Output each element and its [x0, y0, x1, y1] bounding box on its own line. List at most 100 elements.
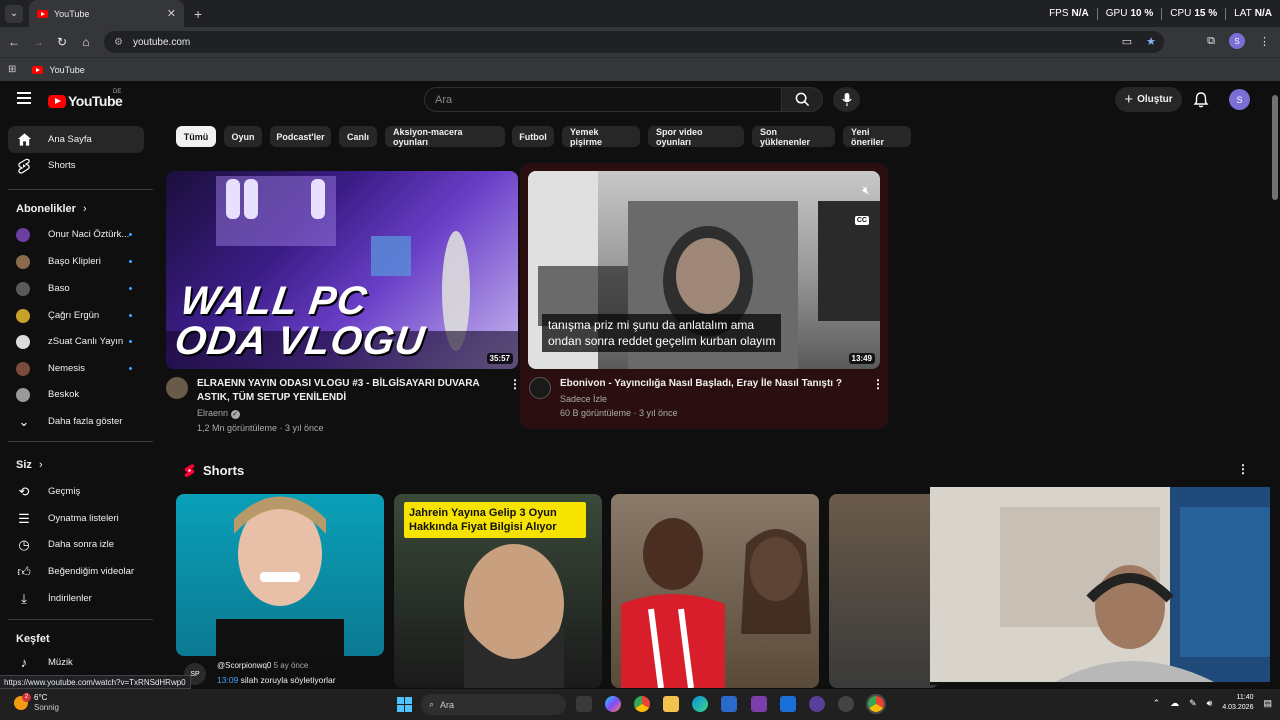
- channel-avatar[interactable]: [529, 377, 551, 399]
- sidebar-subscription[interactable]: Nemesis: [8, 355, 144, 382]
- you-header[interactable]: Siz ›: [16, 459, 43, 471]
- extensions-icon[interactable]: ⧉: [1207, 35, 1215, 48]
- profile-icon[interactable]: S: [1229, 33, 1245, 49]
- chip-new-to-you[interactable]: Yeni öneriler: [843, 126, 911, 147]
- notifications-bell-icon[interactable]: [1192, 91, 1210, 109]
- site-info-icon[interactable]: ⚙: [114, 37, 123, 48]
- account-avatar[interactable]: S: [1229, 89, 1250, 110]
- more-options-icon[interactable]: ⋮: [872, 377, 884, 391]
- chrome-active-icon[interactable]: [866, 694, 886, 714]
- create-button[interactable]: + Oluştur: [1115, 87, 1182, 112]
- bookmark-star-icon[interactable]: ★: [1146, 35, 1156, 48]
- outlook-icon[interactable]: [780, 696, 796, 712]
- sidebar-subscription[interactable]: Çağrı Ergün: [8, 302, 144, 329]
- app-icon[interactable]: [838, 696, 854, 712]
- short-thumbnail[interactable]: [829, 494, 939, 688]
- comment-timestamp-link[interactable]: 13:09: [217, 675, 238, 685]
- address-bar[interactable]: ⚙ youtube.com ▭ ★: [104, 31, 1164, 53]
- chip-action-adventure[interactable]: Aksiyon-macera oyunları: [385, 126, 505, 147]
- chip-football[interactable]: Futbol: [512, 126, 554, 147]
- bookmark-youtube[interactable]: YouTube: [49, 65, 84, 75]
- chip-live[interactable]: Canlı: [339, 126, 377, 147]
- video-thumbnail[interactable]: WALL PC ODA VLOGU 35:57: [166, 171, 518, 369]
- subscriptions-header[interactable]: Abonelikler ›: [16, 203, 87, 215]
- sidebar-item-history[interactable]: ⟲ Geçmiş: [8, 478, 144, 505]
- chip-sports-games[interactable]: Spor video oyunları: [648, 126, 744, 147]
- new-content-dot: [129, 314, 132, 317]
- browser-toolbar: ← → ↻ ⌂ ⚙ youtube.com ▭ ★ ⧉ S ⋮: [0, 27, 1280, 57]
- taskbar-search[interactable]: ⌕ Ara: [421, 694, 566, 715]
- tab-close-icon[interactable]: ✕: [167, 7, 176, 20]
- chip-podcasts[interactable]: Podcast'ler: [270, 126, 331, 147]
- chip-cooking[interactable]: Yemek pişirme: [562, 126, 640, 147]
- video-preview[interactable]: tanışma priz mi şunu da anlatalım ama on…: [528, 171, 880, 369]
- sidebar-item-playlists[interactable]: ☰ Oynatma listeleri: [8, 505, 144, 532]
- back-icon[interactable]: ←: [2, 35, 26, 49]
- short-thumbnail[interactable]: Jahrein Yayına Gelip 3 Oyun Hakkında Fiy…: [394, 494, 602, 688]
- sidebar-subscription[interactable]: Başo Klipleri: [8, 248, 144, 275]
- tray-chevron-icon[interactable]: ⌃: [1153, 698, 1161, 709]
- voice-search-button[interactable]: [833, 87, 860, 112]
- show-more-button[interactable]: ⌄ Daha fazla göster: [8, 408, 144, 435]
- search-button[interactable]: [781, 87, 823, 112]
- home-browser-icon[interactable]: ⌂: [74, 35, 98, 49]
- sidebar-item-shorts[interactable]: Shorts: [8, 152, 144, 179]
- search-input[interactable]: Ara: [424, 87, 782, 112]
- sidebar-item-home[interactable]: Ana Sayfa: [8, 126, 144, 153]
- browser-menu-icon[interactable]: ⋮: [1259, 35, 1270, 48]
- sidebar-item-watch-later[interactable]: ◷ Daha sonra izle: [8, 531, 144, 558]
- sidebar-subscription[interactable]: Onur Naci Öztürk...: [8, 221, 144, 248]
- menu-icon[interactable]: [17, 92, 31, 107]
- scrollbar-thumb[interactable]: [1272, 95, 1278, 200]
- new-tab-button[interactable]: +: [194, 6, 202, 22]
- chrome-icon[interactable]: [634, 696, 650, 712]
- video-channel[interactable]: Sadece İzle: [560, 392, 607, 407]
- sidebar-subscription[interactable]: Baso: [8, 275, 144, 302]
- store-icon[interactable]: [721, 696, 737, 712]
- webcam-feed: [930, 487, 1280, 685]
- notification-icon[interactable]: ▤: [1263, 698, 1272, 709]
- sound-icon[interactable]: 🔊︎: [1207, 698, 1213, 709]
- pen-icon[interactable]: ✎: [1189, 698, 1197, 709]
- sidebar-subscription[interactable]: zSuat Canlı Yayın: [8, 328, 144, 355]
- file-explorer-icon[interactable]: [663, 696, 679, 712]
- video-title[interactable]: ELRAENN YAYIN ODASI VLOGU #3 - BİLGİSAYA…: [197, 377, 497, 405]
- task-view-icon[interactable]: [576, 696, 592, 712]
- weather-widget[interactable]: 2 6°C Sonnig: [14, 693, 59, 713]
- chip-all[interactable]: Tümü: [176, 126, 216, 147]
- browser-tab[interactable]: YouTube ✕: [29, 0, 184, 27]
- fps-readout: FPS N/A: [1049, 8, 1089, 19]
- plus-icon: +: [1124, 91, 1134, 108]
- lat-readout: LAT N/A: [1234, 8, 1272, 19]
- network-icon[interactable]: ☁: [1170, 698, 1179, 709]
- windows-start-icon[interactable]: [397, 697, 412, 712]
- reload-icon[interactable]: ↻: [50, 35, 74, 49]
- video-channel[interactable]: Elraenn ✓: [197, 406, 240, 421]
- chip-gaming[interactable]: Oyun: [224, 126, 262, 147]
- app-icon[interactable]: [809, 696, 825, 712]
- cc-icon[interactable]: CC: [854, 216, 869, 225]
- chip-recently-uploaded[interactable]: Son yüklenenler: [752, 126, 835, 147]
- copilot-icon[interactable]: [605, 696, 621, 712]
- chevron-down-icon: ⌄: [18, 413, 30, 429]
- edge-icon[interactable]: [692, 696, 708, 712]
- mute-icon[interactable]: 🔇︎: [862, 183, 870, 198]
- apps-grid-icon[interactable]: ⊞: [8, 64, 16, 75]
- sidebar-item-music[interactable]: ♪ Müzik: [8, 649, 144, 676]
- short-thumbnail[interactable]: [176, 494, 384, 656]
- sidebar-subscription[interactable]: Beskok: [8, 381, 144, 408]
- sidebar-item-liked[interactable]: 👍︎ Beğendiğim videolar: [8, 558, 144, 585]
- tab-search-button[interactable]: ⌄: [5, 4, 23, 23]
- clock[interactable]: 11:40 4.03.2026: [1222, 693, 1253, 713]
- channel-avatar[interactable]: [166, 377, 188, 399]
- video-title[interactable]: Ebonivon - Yayıncılığa Nasıl Başladı, Er…: [560, 377, 860, 391]
- forward-icon[interactable]: →: [26, 35, 50, 49]
- app-icon[interactable]: [751, 696, 767, 712]
- sidebar-item-downloads[interactable]: ⤓ İndirilenler: [8, 585, 144, 612]
- short-thumbnail[interactable]: [611, 494, 819, 688]
- page-scrollbar[interactable]: [1270, 81, 1280, 689]
- video-duration: 13:49: [848, 353, 875, 364]
- cast-icon[interactable]: ▭: [1122, 35, 1132, 48]
- shorts-more-icon[interactable]: ⋮: [1237, 462, 1249, 476]
- youtube-logo[interactable]: YouTube: [48, 93, 123, 109]
